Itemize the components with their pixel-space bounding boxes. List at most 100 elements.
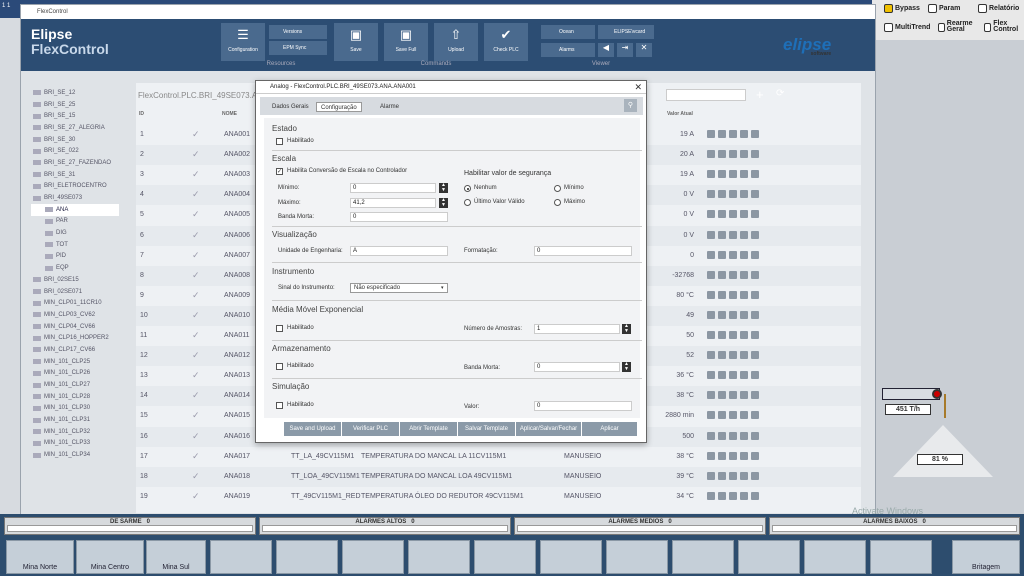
aplicar-salvar-fechar-button[interactable]: Aplicar/Salvar/Fechar [516, 422, 582, 436]
save-icon[interactable] [707, 471, 715, 480]
export-icon[interactable] [729, 270, 737, 279]
tree-item[interactable]: BRI_02SE15 [31, 274, 119, 286]
check-plc-button[interactable]: ✔ Check PLC [484, 23, 528, 61]
gear-icon[interactable] [740, 391, 748, 400]
tab-alarme[interactable]: Alarme [376, 102, 403, 112]
alarms-button[interactable]: Alarms [541, 43, 595, 57]
export-icon[interactable] [729, 411, 737, 420]
config-icon[interactable] [718, 250, 726, 259]
export-icon[interactable] [729, 150, 737, 159]
tree-item[interactable]: MIN_101_CLP30 [31, 403, 119, 415]
gear-icon[interactable] [740, 270, 748, 279]
pin-icon[interactable]: ⚲ [624, 99, 637, 112]
export-icon[interactable] [729, 471, 737, 480]
mina-norte-button[interactable]: Mina Norte [6, 540, 74, 574]
config-icon[interactable] [718, 210, 726, 219]
table-row[interactable]: 19 ANA019 TT_49CV115M1_RED TEMPERATURA ÓLEO… [136, 486, 861, 507]
escala-habilita-checkbox[interactable]: ✓ [276, 168, 283, 175]
back-icon[interactable]: ◀ [598, 43, 614, 57]
table-row[interactable]: 18 ANA018 TT_LOA_49CV115M1 TEMPERATURA DO M… [136, 466, 861, 487]
epm-sync-button[interactable]: EPM Sync [269, 41, 327, 55]
tree-item[interactable]: MIN_101_CLP26 [31, 368, 119, 380]
trash-icon[interactable] [751, 351, 759, 360]
maximo-radio[interactable] [554, 199, 561, 206]
config-icon[interactable] [718, 391, 726, 400]
formatacao-input[interactable]: 0 [534, 246, 632, 256]
tree-item[interactable]: MIN_101_CLP32 [31, 426, 119, 438]
save-icon[interactable] [707, 411, 715, 420]
tree-item[interactable]: MIN_101_CLP28 [31, 391, 119, 403]
export-icon[interactable] [729, 451, 737, 460]
config-icon[interactable] [718, 290, 726, 299]
trash-icon[interactable] [751, 391, 759, 400]
nav-tile[interactable] [540, 540, 602, 574]
nav-tile[interactable] [804, 540, 866, 574]
config-icon[interactable] [718, 491, 726, 500]
add-icon[interactable]: + [756, 87, 764, 102]
tab-configuracao[interactable]: Configuração [316, 102, 362, 112]
media-habilitado-checkbox[interactable] [276, 325, 283, 332]
relatorio-button[interactable]: Relatório [978, 4, 1019, 13]
save-icon[interactable] [707, 250, 715, 259]
export-icon[interactable] [729, 371, 737, 380]
arm-banda-input[interactable]: 0 [534, 362, 620, 372]
tree-item[interactable]: MIN_101_CLP31 [31, 414, 119, 426]
save-icon[interactable] [707, 290, 715, 299]
save-icon[interactable] [707, 150, 715, 159]
tree-item[interactable]: PAR [31, 216, 119, 228]
gear-icon[interactable] [740, 411, 748, 420]
tree-item[interactable]: PID [31, 251, 119, 263]
salvar-template-button[interactable]: Salvar Template [458, 422, 516, 436]
flex-control-button[interactable]: Flex Control [984, 20, 1024, 33]
tree-item[interactable]: BRI_SE_022 [31, 145, 119, 157]
config-icon[interactable] [718, 431, 726, 440]
nav-tile[interactable] [408, 540, 470, 574]
config-icon[interactable] [718, 150, 726, 159]
trash-icon[interactable] [751, 290, 759, 299]
tree-item[interactable]: BRI_ELETROCENTRO [31, 181, 119, 193]
gear-icon[interactable] [740, 451, 748, 460]
config-icon[interactable] [718, 331, 726, 339]
versions-button[interactable]: Versions [269, 25, 327, 39]
tree-item[interactable]: BRI_SE_12 [31, 87, 119, 99]
trash-icon[interactable] [751, 150, 759, 159]
tree-item[interactable]: BRI_SE_30 [31, 134, 119, 146]
nav-tile[interactable] [276, 540, 338, 574]
britagem-button[interactable]: Britagem [952, 540, 1020, 574]
banda-morta-input[interactable]: 0 [350, 212, 448, 222]
unidade-input[interactable]: A [350, 246, 448, 256]
simulacao-habilitado-checkbox[interactable] [276, 402, 283, 409]
trash-icon[interactable] [751, 471, 759, 480]
config-icon[interactable] [718, 471, 726, 480]
gear-icon[interactable] [740, 170, 748, 179]
config-icon[interactable] [718, 451, 726, 460]
gear-icon[interactable] [740, 290, 748, 299]
tree-item[interactable]: MIN_CLP01_11CR10 [31, 297, 119, 309]
config-icon[interactable] [718, 230, 726, 239]
trash-icon[interactable] [751, 250, 759, 259]
config-icon[interactable] [718, 270, 726, 279]
tree-item[interactable]: MIN_101_CLP33 [31, 438, 119, 450]
gear-icon[interactable] [740, 130, 748, 138]
nav-tile[interactable] [606, 540, 668, 574]
export-icon[interactable] [729, 230, 737, 239]
export-icon[interactable] [729, 290, 737, 299]
trash-icon[interactable] [751, 210, 759, 219]
save-icon[interactable] [707, 310, 715, 319]
save-icon[interactable] [707, 270, 715, 279]
verificar-plc-button[interactable]: Verificar PLC [342, 422, 400, 436]
trash-icon[interactable] [751, 431, 759, 440]
table-row[interactable]: 17 ANA017 TT_LA_49CV115M1 TEMPERATURA DO MA… [136, 446, 861, 467]
multitrend-button[interactable]: MultiTrend [884, 23, 930, 32]
tree-item[interactable]: BRI_SE_25 [31, 99, 119, 111]
trash-icon[interactable] [751, 491, 759, 500]
tree-item[interactable]: BRI_SE_27_ALEGRIA [31, 122, 119, 134]
gear-icon[interactable] [740, 331, 748, 339]
save-icon[interactable] [707, 391, 715, 400]
tree-item[interactable]: MIN_CLP04_CV66 [31, 321, 119, 333]
save-icon[interactable] [707, 451, 715, 460]
ultimo-radio[interactable] [464, 199, 471, 206]
tree-item[interactable]: MIN_101_CLP34 [31, 449, 119, 461]
save-icon[interactable] [707, 230, 715, 239]
nav-tile[interactable] [738, 540, 800, 574]
